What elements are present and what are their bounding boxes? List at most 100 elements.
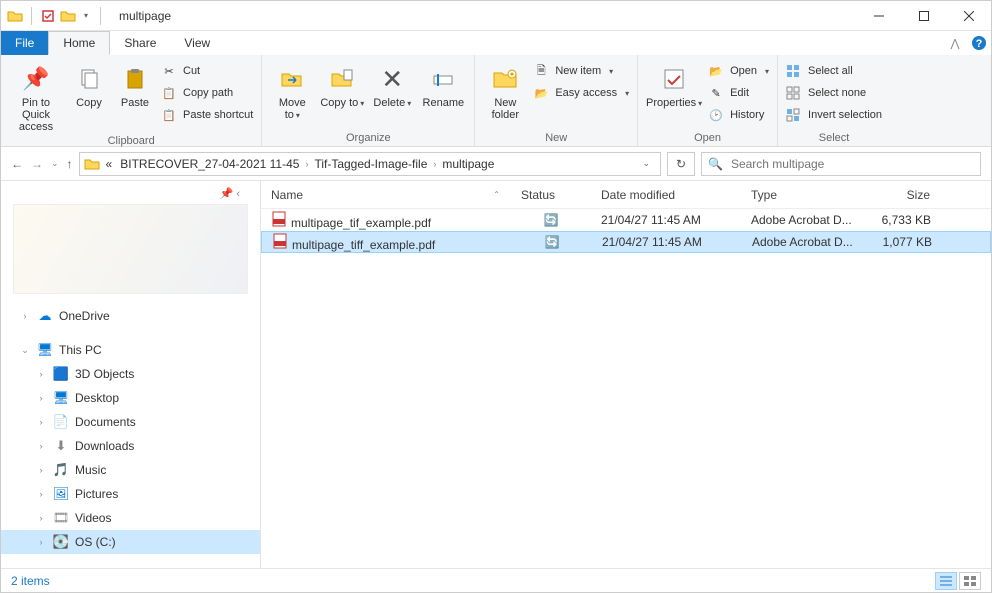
folder-icon: ⬇ bbox=[53, 438, 69, 454]
expander-icon[interactable]: › bbox=[19, 311, 31, 321]
paste-button[interactable]: Paste bbox=[115, 59, 155, 109]
rename-button[interactable]: Rename bbox=[420, 59, 466, 109]
close-button[interactable] bbox=[946, 1, 991, 31]
maximize-button[interactable] bbox=[901, 1, 946, 31]
up-button[interactable]: ↑ bbox=[67, 157, 73, 171]
file-size: 1,077 KB bbox=[872, 235, 942, 249]
invert-selection-button[interactable]: Invert selection bbox=[786, 105, 882, 125]
new-folder-button[interactable]: ✦ New folder bbox=[483, 59, 527, 121]
tree-item[interactable]: ›🎵Music bbox=[1, 458, 260, 482]
copy-path-button[interactable]: 📋Copy path bbox=[161, 83, 253, 103]
new-item-button[interactable]: 🗎New item▾ bbox=[533, 61, 629, 81]
delete-button[interactable]: ✕ Delete▾ bbox=[370, 59, 414, 109]
move-to-button[interactable]: Move to▾ bbox=[270, 59, 314, 121]
pin-quick-access-button[interactable]: 📌 Pin to Quick access bbox=[9, 59, 63, 133]
breadcrumb[interactable]: Tif-Tagged-Image-file bbox=[312, 157, 429, 171]
new-folder-label: New folder bbox=[483, 97, 527, 121]
chevron-right-icon[interactable]: › bbox=[305, 159, 308, 169]
address-dropdown-icon[interactable]: ⌄ bbox=[636, 158, 656, 169]
expander-icon[interactable]: › bbox=[35, 417, 47, 427]
tree-item[interactable]: ›🖼Pictures bbox=[1, 482, 260, 506]
tab-share[interactable]: Share bbox=[110, 31, 170, 55]
expander-icon[interactable]: › bbox=[35, 537, 47, 547]
col-date[interactable]: Date modified bbox=[591, 188, 741, 202]
help-icon[interactable]: ? bbox=[967, 31, 991, 55]
copy-to-button[interactable]: Copy to▾ bbox=[320, 59, 364, 109]
folder-small-icon[interactable] bbox=[60, 8, 76, 24]
easy-access-button[interactable]: 📂Easy access▾ bbox=[533, 83, 629, 103]
properties-button[interactable]: Properties▾ bbox=[646, 59, 702, 109]
file-row[interactable]: multipage_tiff_example.pdf🔄21/04/27 11:4… bbox=[261, 231, 991, 253]
chevron-right-icon[interactable]: › bbox=[433, 159, 436, 169]
search-box[interactable]: 🔍 bbox=[701, 152, 981, 176]
search-icon: 🔍 bbox=[708, 157, 723, 171]
new-folder-icon: ✦ bbox=[492, 63, 518, 95]
paste-shortcut-button[interactable]: 📋Paste shortcut bbox=[161, 105, 253, 125]
tree-item[interactable]: ›⬇Downloads bbox=[1, 434, 260, 458]
new-item-icon: 🗎 bbox=[533, 62, 549, 81]
details-view-button[interactable] bbox=[935, 572, 957, 590]
minimize-button[interactable] bbox=[856, 1, 901, 31]
copy-label: Copy bbox=[76, 97, 102, 109]
col-type[interactable]: Type bbox=[741, 188, 871, 202]
group-select: Select all Select none Invert selection … bbox=[778, 55, 890, 146]
quick-access-preview bbox=[13, 204, 248, 294]
pdf-icon bbox=[272, 233, 288, 249]
select-none-button[interactable]: Select none bbox=[786, 83, 882, 103]
forward-button[interactable]: → bbox=[31, 157, 43, 171]
history-button[interactable]: 🕑History bbox=[708, 105, 769, 125]
file-status: 🔄 bbox=[511, 213, 591, 227]
tree-item[interactable]: ›💽OS (C:) bbox=[1, 530, 260, 554]
tab-file[interactable]: File bbox=[1, 31, 48, 55]
file-row[interactable]: multipage_tif_example.pdf🔄21/04/27 11:45… bbox=[261, 209, 991, 231]
select-all-button[interactable]: Select all bbox=[786, 61, 882, 81]
tree-onedrive[interactable]: › ☁ OneDrive bbox=[1, 304, 260, 328]
tree-item[interactable]: ›🎞Videos bbox=[1, 506, 260, 530]
navigation-pane[interactable]: 📌 ‹ › ☁ OneDrive ⌄ 🖥 This PC ›🟦3D Object… bbox=[1, 181, 261, 568]
col-status[interactable]: Status bbox=[511, 188, 591, 202]
tree-item-label: 3D Objects bbox=[75, 367, 134, 381]
chevron-left-icon[interactable]: ‹ bbox=[236, 188, 240, 200]
expander-icon[interactable]: › bbox=[35, 393, 47, 403]
column-headers: Name⌃ Status Date modified Type Size bbox=[261, 181, 991, 209]
col-size[interactable]: Size bbox=[871, 188, 941, 202]
tree-item[interactable]: ›🟦3D Objects bbox=[1, 362, 260, 386]
open-button[interactable]: 📂Open▾ bbox=[708, 61, 769, 81]
expander-icon[interactable]: ⌄ bbox=[19, 345, 31, 356]
thumbnails-view-button[interactable] bbox=[959, 572, 981, 590]
file-size: 6,733 KB bbox=[871, 213, 941, 227]
address-bar[interactable]: « BITRECOVER_27-04-2021 11-45 › Tif-Tagg… bbox=[79, 152, 661, 176]
col-name[interactable]: Name⌃ bbox=[261, 188, 511, 202]
group-organize: Move to▾ Copy to▾ ✕ Delete▾ Rename Organ… bbox=[262, 55, 475, 146]
tree-item[interactable]: ›📄Documents bbox=[1, 410, 260, 434]
status-item-count: 2 items bbox=[11, 574, 50, 588]
breadcrumb[interactable]: BITRECOVER_27-04-2021 11-45 bbox=[118, 157, 301, 171]
qat-properties-icon[interactable] bbox=[40, 8, 56, 24]
cut-button[interactable]: ✂Cut bbox=[161, 61, 253, 81]
copy-button[interactable]: Copy bbox=[69, 59, 109, 109]
folder-icon: 📄 bbox=[53, 414, 69, 430]
tree-this-pc[interactable]: ⌄ 🖥 This PC bbox=[1, 338, 260, 362]
tree-item[interactable]: ›🖥Desktop bbox=[1, 386, 260, 410]
expander-icon[interactable]: › bbox=[35, 513, 47, 523]
tab-home[interactable]: Home bbox=[48, 31, 110, 55]
file-list[interactable]: Name⌃ Status Date modified Type Size mul… bbox=[261, 181, 991, 568]
pc-icon: 🖥 bbox=[37, 342, 53, 358]
recent-dropdown-icon[interactable]: ⌄ bbox=[51, 158, 59, 169]
back-button[interactable]: ← bbox=[11, 157, 23, 171]
collapse-ribbon-icon[interactable]: ⋀ bbox=[943, 31, 967, 55]
expander-icon[interactable]: › bbox=[35, 465, 47, 475]
qat-dropdown-icon[interactable]: ▾ bbox=[80, 11, 92, 20]
refresh-button[interactable]: ↻ bbox=[667, 152, 695, 176]
expander-icon[interactable]: › bbox=[35, 489, 47, 499]
folder-icon bbox=[7, 8, 23, 24]
breadcrumb[interactable]: multipage bbox=[440, 157, 496, 171]
file-date: 21/04/27 11:45 AM bbox=[591, 213, 741, 227]
edit-button[interactable]: ✎Edit bbox=[708, 83, 769, 103]
expander-icon[interactable]: › bbox=[35, 369, 47, 379]
search-input[interactable] bbox=[729, 156, 974, 172]
expander-icon[interactable]: › bbox=[35, 441, 47, 451]
pin-icon[interactable]: 📌 bbox=[220, 188, 234, 200]
tab-view[interactable]: View bbox=[170, 31, 224, 55]
crumb-ellipsis[interactable]: « bbox=[104, 157, 115, 171]
